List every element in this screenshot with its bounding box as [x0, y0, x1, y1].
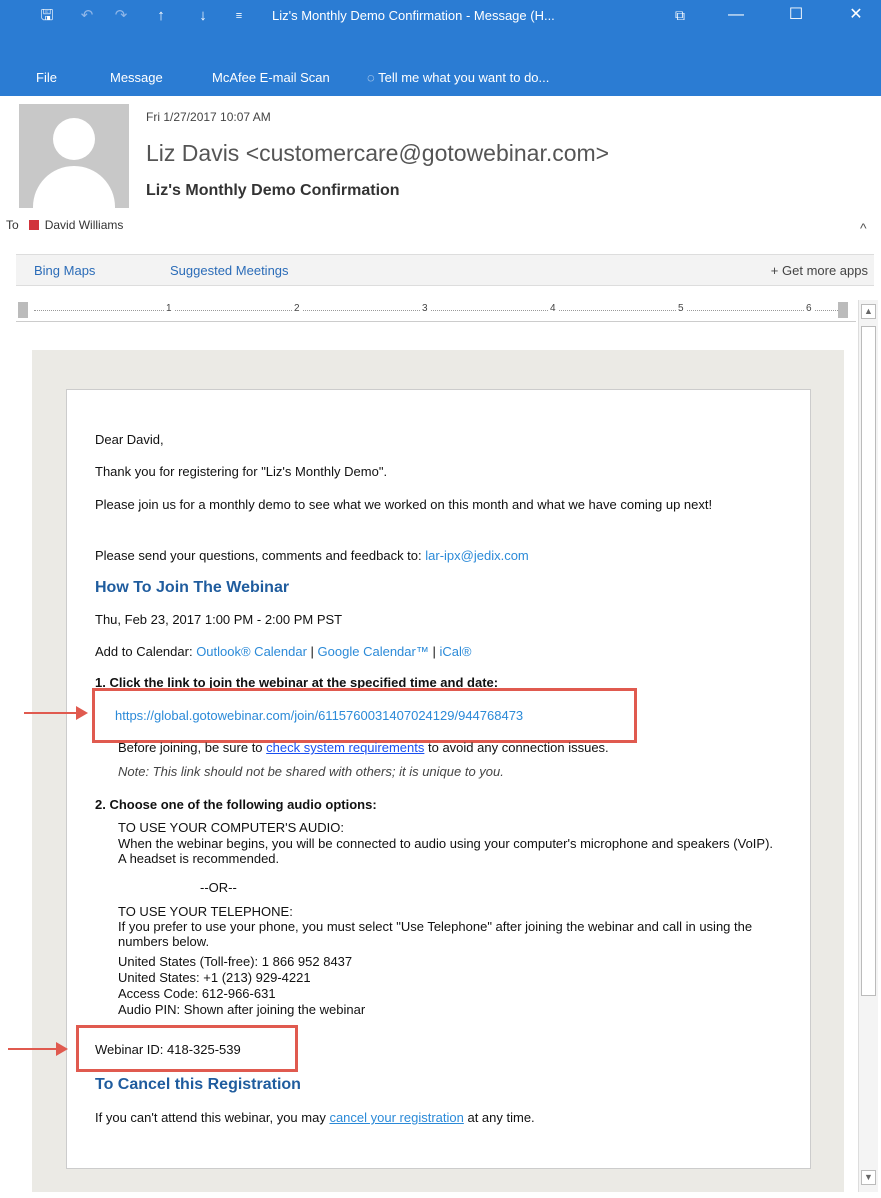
join-link-highlight-box [92, 688, 637, 743]
cancel-prefix: If you can't attend this webinar, you ma… [95, 1110, 330, 1125]
ical-link[interactable]: iCal® [439, 644, 471, 659]
cancel-suffix: at any time. [463, 1110, 535, 1125]
ribbon-tabs: File Message McAfee E-mail Scan ◌ Tell m… [0, 60, 881, 96]
ruler: 1 2 3 4 5 6 [16, 300, 856, 322]
tab-mcafee[interactable]: McAfee E-mail Scan [212, 70, 330, 85]
previous-item-icon[interactable]: ↑ [150, 6, 172, 26]
cancel-registration-link[interactable]: cancel your registration [329, 1110, 463, 1125]
lightbulb-icon: ◌ [367, 70, 379, 85]
avatar-head-shape [53, 118, 95, 160]
to-row: To David Williams [6, 218, 123, 232]
telephone-desc: If you prefer to use your phone, you mus… [118, 919, 753, 949]
before-suffix: to avoid any connection issues. [424, 740, 609, 755]
scroll-up-icon[interactable]: ▲ [861, 304, 876, 319]
ruler-number: 5 [676, 303, 686, 314]
link-note: Note: This link should not be shared wit… [118, 764, 504, 779]
suggested-meetings-link[interactable]: Suggested Meetings [170, 263, 289, 278]
webinar-datetime: Thu, Feb 23, 2017 1:00 PM - 2:00 PM PST [95, 612, 343, 627]
audio-pin: Audio PIN: Shown after joining the webin… [118, 1002, 366, 1017]
outlook-calendar-link[interactable]: Outlook® Calendar [196, 644, 307, 659]
webinar-id-highlight-box [76, 1025, 298, 1072]
restore-ribbon-icon[interactable]: ⧉ [660, 4, 700, 28]
tell-me-label: Tell me what you want to do... [378, 70, 550, 85]
separator: | [428, 644, 440, 659]
ruler-number: 4 [548, 303, 558, 314]
to-label: To [6, 218, 19, 232]
invite-text: Please join us for a monthly demo to see… [95, 497, 713, 512]
us-tollfree-number: United States (Toll-free): 1 866 952 843… [118, 954, 353, 969]
minimize-button[interactable]: — [716, 4, 756, 28]
redo-icon[interactable]: ↷ [110, 6, 132, 26]
separator: | [306, 644, 318, 659]
maximize-button[interactable]: ☐ [776, 4, 816, 28]
ruler-number: 2 [292, 303, 302, 314]
cancel-text: If you can't attend this webinar, you ma… [95, 1110, 535, 1125]
add-to-calendar-row: Add to Calendar: Outlook® Calendar | Goo… [95, 644, 471, 659]
questions-prefix: Please send your questions, comments and… [95, 548, 426, 563]
bing-maps-link[interactable]: Bing Maps [34, 263, 95, 278]
before-joining-text: Before joining, be sure to check system … [118, 740, 609, 755]
greeting: Dear David, [95, 432, 164, 447]
computer-audio-desc: When the webinar begins, you will be con… [118, 836, 774, 866]
telephone-heading: TO USE YOUR TELEPHONE: [118, 904, 293, 919]
vertical-scrollbar[interactable]: ▲ ▼ [858, 300, 878, 1192]
google-calendar-link[interactable]: Google Calendar™ [318, 644, 429, 659]
avatar [19, 104, 129, 208]
save-icon[interactable]: 🖫 [36, 6, 58, 26]
presence-icon [28, 220, 39, 230]
ruler-number: 6 [804, 303, 814, 314]
webinar-id-arrow [8, 1042, 68, 1056]
title-bar: 🖫 ↶ ↷ ↑ ↓ ≡ Liz's Monthly Demo Confirmat… [0, 0, 881, 60]
ruler-number: 3 [420, 303, 430, 314]
add-to-calendar-label: Add to Calendar: [95, 644, 197, 659]
right-indent-marker[interactable] [838, 302, 848, 318]
avatar-body-shape [33, 166, 115, 208]
before-prefix: Before joining, be sure to [118, 740, 267, 755]
next-item-icon[interactable]: ↓ [192, 6, 214, 26]
questions-text: Please send your questions, comments and… [95, 548, 529, 563]
sender[interactable]: Liz Davis <customercare@gotowebinar.com> [146, 140, 609, 167]
window-title: Liz's Monthly Demo Confirmation - Messag… [272, 8, 555, 23]
cancel-heading: To Cancel this Registration [95, 1076, 301, 1093]
how-to-join-heading: How To Join The Webinar [95, 579, 290, 596]
feedback-email-link[interactable]: lar-ipx@jedix.com [425, 548, 529, 563]
ruler-track [34, 310, 838, 311]
left-indent-marker[interactable] [18, 302, 28, 318]
message-subject: Liz's Monthly Demo Confirmation [146, 182, 400, 199]
step2-text: 2. Choose one of the following audio opt… [95, 797, 377, 812]
system-requirements-link[interactable]: check system requirements [266, 740, 424, 755]
tab-message[interactable]: Message [110, 70, 163, 85]
close-button[interactable]: ✕ [836, 4, 876, 28]
scroll-down-icon[interactable]: ▼ [861, 1170, 876, 1185]
recipient-name[interactable]: David Williams [45, 218, 124, 232]
join-link-arrow [24, 706, 88, 720]
scroll-thumb[interactable] [861, 326, 876, 996]
access-code: Access Code: 612-966-631 [118, 986, 276, 1001]
message-header: Fri 1/27/2017 10:07 AM Liz Davis <custom… [0, 96, 881, 246]
tab-file[interactable]: File [36, 70, 57, 85]
thanks-text: Thank you for registering for "Liz's Mon… [95, 464, 388, 479]
get-more-apps-button[interactable]: + Get more apps [771, 263, 868, 278]
apps-bar: Bing Maps Suggested Meetings + Get more … [16, 254, 874, 286]
us-number: United States: +1 (213) 929-4221 [118, 970, 311, 985]
computer-audio-heading: TO USE YOUR COMPUTER'S AUDIO: [118, 820, 344, 835]
customize-toolbar-icon[interactable]: ≡ [228, 6, 250, 26]
undo-icon[interactable]: ↶ [76, 6, 98, 26]
or-separator: --OR-- [200, 880, 237, 895]
ruler-number: 1 [164, 303, 174, 314]
tell-me-search[interactable]: ◌ Tell me what you want to do... [367, 70, 549, 85]
collapse-header-icon[interactable]: ^ [860, 220, 867, 236]
sent-datetime: Fri 1/27/2017 10:07 AM [146, 110, 271, 124]
